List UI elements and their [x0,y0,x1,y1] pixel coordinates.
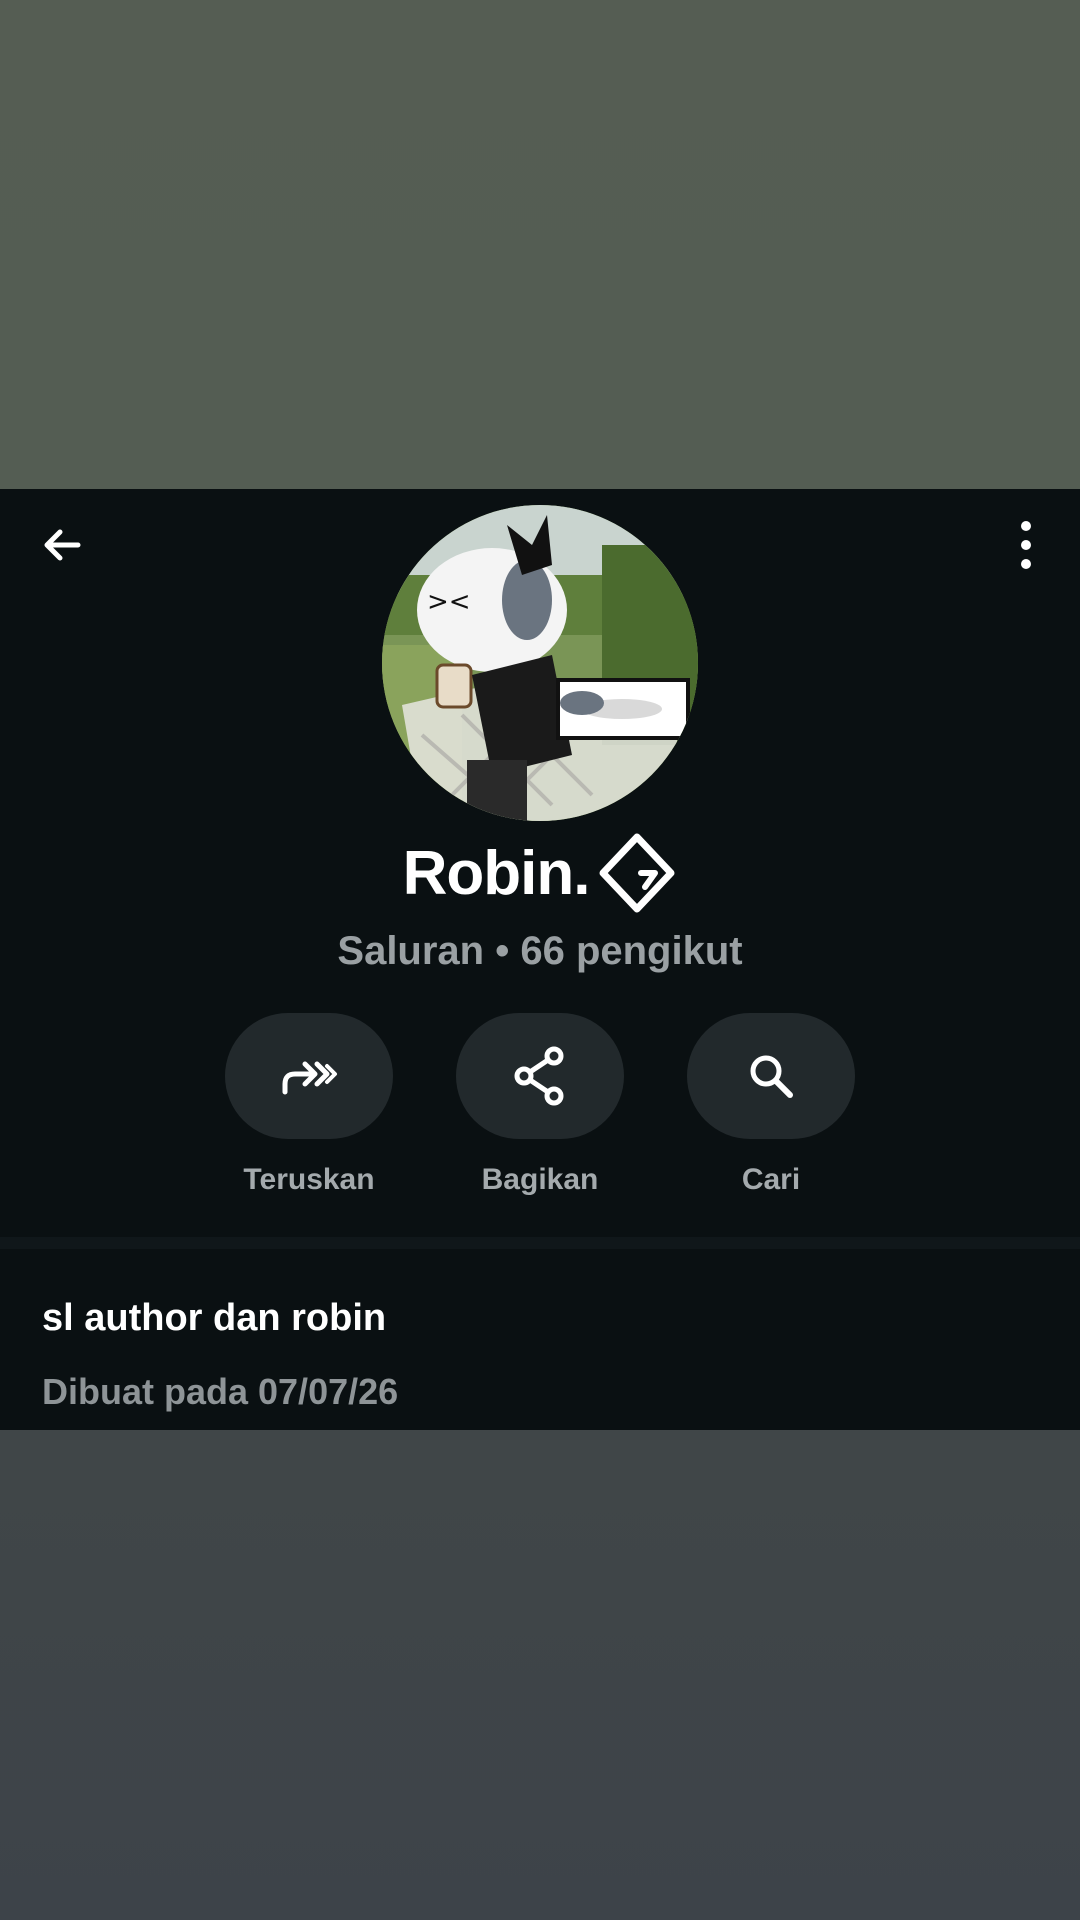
avatar-image: >< [382,505,698,821]
channel-avatar[interactable]: >< [382,505,698,821]
search-label: Cari [741,1163,801,1196]
channel-badge-icon [599,833,675,913]
forward-icon [282,1061,337,1095]
channel-name: Robin. [402,838,591,908]
section-divider [0,1237,1080,1249]
share-action[interactable]: Bagikan [455,1013,625,1197]
forward-action[interactable]: Teruskan [224,1013,394,1197]
channel-created-date: Dibuat pada 07/07/26 [42,1371,399,1412]
channel-subtitle: Saluran • 66 pengikut [337,929,743,973]
channel-description: sl author dan robin [42,1297,387,1339]
search-button[interactable] [687,1013,855,1139]
forward-button[interactable] [225,1013,393,1139]
forward-label: Teruskan [243,1163,375,1196]
action-bar: Teruskan Bagikan Cari [0,1013,1080,1213]
share-icon [514,1046,564,1106]
back-button[interactable] [34,517,90,573]
share-label: Bagikan [481,1163,599,1196]
channel-info-panel: >< Robin. Saluran • 66 pengikut Teruskan… [0,489,1080,1430]
more-vertical-icon [1021,521,1031,569]
svg-text:><: >< [427,587,471,617]
search-action[interactable]: Cari [686,1013,856,1197]
arrow-left-icon [44,529,81,561]
channel-title-row: Robin. [0,831,1080,915]
share-button[interactable] [456,1013,624,1139]
search-icon [750,1055,793,1098]
more-options-button[interactable] [998,517,1054,573]
